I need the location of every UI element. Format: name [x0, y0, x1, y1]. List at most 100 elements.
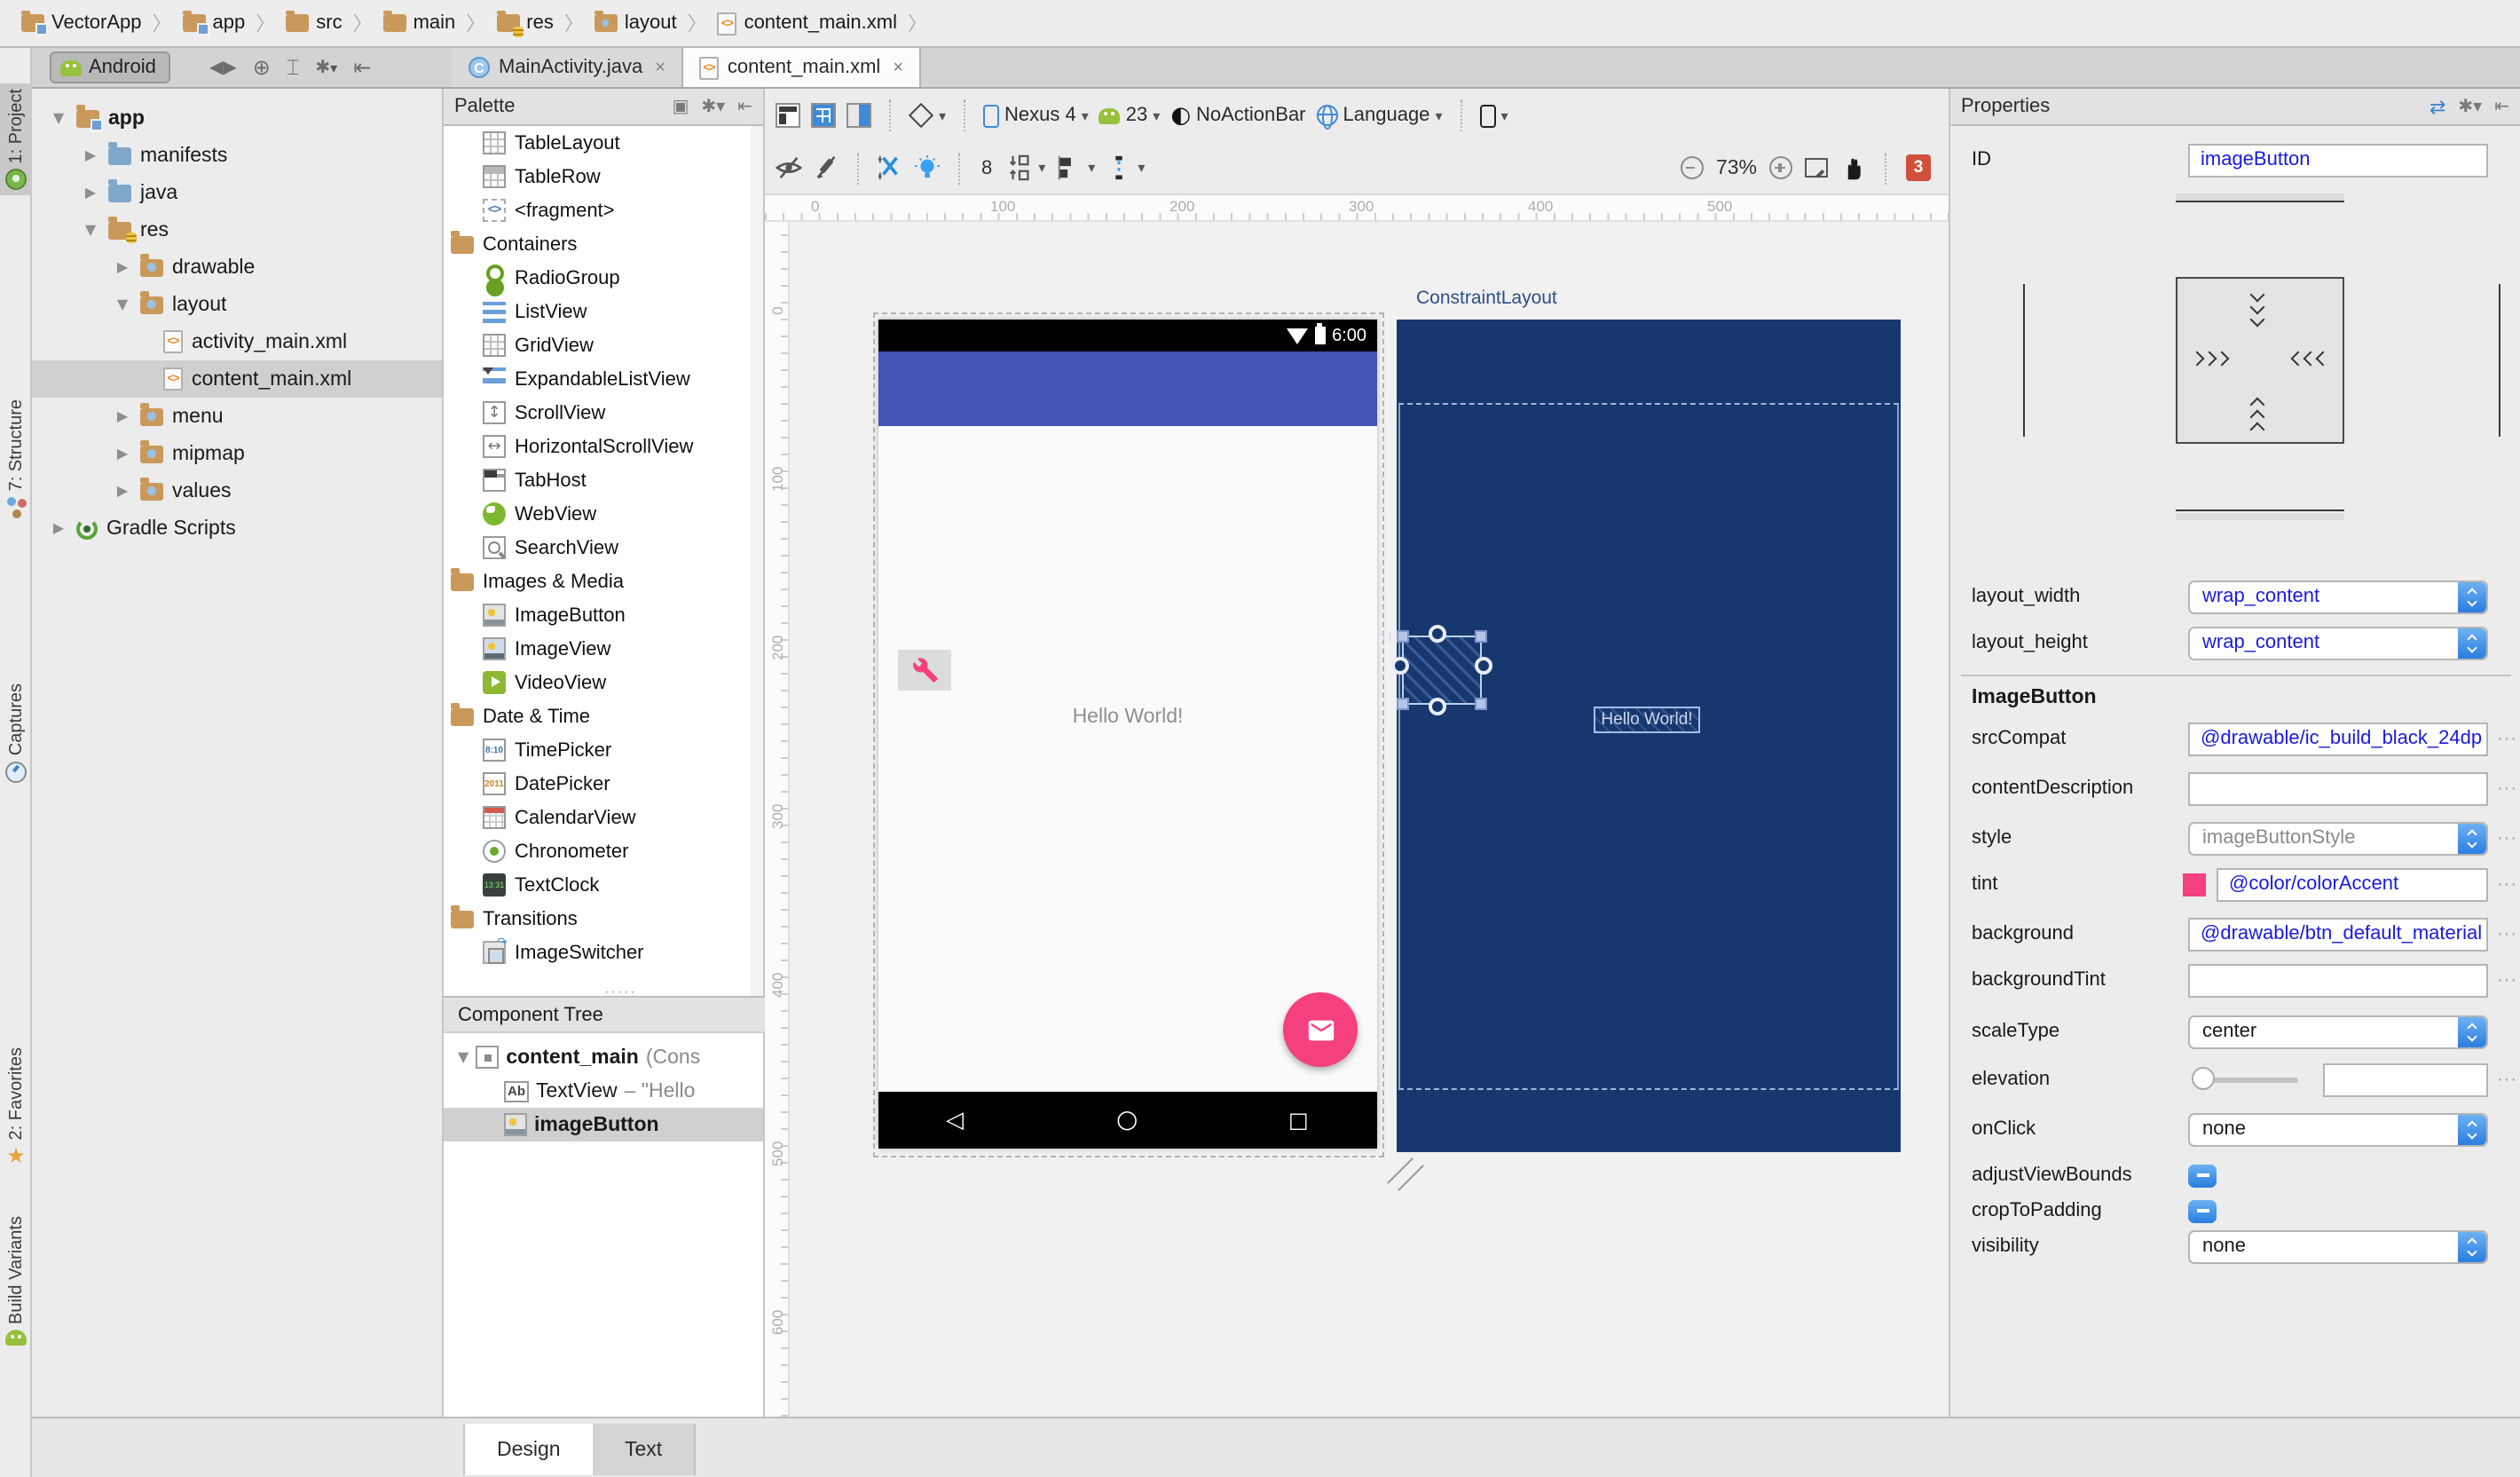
- tree-item-app[interactable]: ▼ app: [32, 99, 442, 137]
- tool-window-favorites[interactable]: 2: Favorites ★: [0, 1042, 32, 1173]
- component-row-imagebutton[interactable]: imageButton: [444, 1108, 763, 1141]
- blueprint-preview[interactable]: Hello World!: [1391, 320, 1901, 1152]
- breadcrumb-item-project[interactable]: VectorApp: [18, 10, 146, 36]
- palette-item-imagebutton[interactable]: ImageButton: [444, 598, 763, 632]
- expand-arrow-icon[interactable]: ▼: [50, 110, 67, 126]
- browse-button[interactable]: ···: [2497, 778, 2517, 798]
- palette-category-date-time[interactable]: Date & Time: [444, 699, 763, 733]
- layout-width-combo[interactable]: wrap_content: [2188, 580, 2488, 613]
- close-icon[interactable]: ×: [893, 58, 903, 77]
- id-input[interactable]: imageButton: [2188, 143, 2488, 177]
- expand-arrow-icon[interactable]: ▶: [114, 446, 131, 462]
- palette-item-calendarview[interactable]: CalendarView: [444, 801, 763, 834]
- tint-color-swatch[interactable]: [2183, 873, 2206, 896]
- tab-mainactivity[interactable]: C MainActivity.java ×: [453, 48, 683, 87]
- tree-item-menu[interactable]: ▶ menu: [32, 398, 442, 435]
- breadcrumb-item-file[interactable]: content_main.xml: [714, 12, 901, 35]
- canvas-resize-handle[interactable]: [1386, 1154, 1418, 1186]
- palette-item-listview[interactable]: ListView: [444, 295, 763, 328]
- textview-blueprint[interactable]: Hello World!: [1594, 707, 1700, 733]
- tree-item-java[interactable]: ▶ java: [32, 174, 442, 211]
- expand-arrow-icon[interactable]: ▼: [458, 1049, 469, 1065]
- constraint-anchor[interactable]: [1429, 625, 1446, 643]
- selected-imagebutton-blueprint[interactable]: [1391, 625, 1492, 715]
- pan-hand-icon[interactable]: [1840, 155, 1865, 180]
- virtual-device-selector[interactable]: ▾: [1479, 104, 1508, 127]
- stepper-icon[interactable]: [2458, 628, 2486, 658]
- palette-item-chronometer[interactable]: Chronometer: [444, 834, 763, 868]
- tool-window-project[interactable]: 1: Project: [0, 83, 32, 196]
- browse-button[interactable]: ···: [2497, 924, 2517, 944]
- style-combo[interactable]: imageButtonStyle: [2188, 821, 2488, 855]
- palette-category-transitions[interactable]: Transitions: [444, 902, 763, 936]
- elevation-slider-knob[interactable]: [2192, 1067, 2215, 1090]
- palette-item-textclock[interactable]: TextClock: [444, 868, 763, 902]
- background-input[interactable]: @drawable/btn_default_material: [2188, 917, 2488, 951]
- tree-item-manifests[interactable]: ▶ manifests: [32, 137, 442, 174]
- both-mode-icon[interactable]: [847, 103, 871, 128]
- srccompat-input[interactable]: @drawable/ic_build_black_24dp: [2188, 722, 2488, 755]
- resize-handle[interactable]: [1475, 698, 1487, 710]
- stepper-icon[interactable]: [2458, 581, 2486, 612]
- elevation-input[interactable]: [2323, 1062, 2488, 1096]
- palette-item-datepicker[interactable]: DatePicker: [444, 767, 763, 801]
- pack-selector[interactable]: ▾: [1006, 154, 1045, 181]
- device-selector[interactable]: Nexus 4 ▾: [983, 104, 1089, 127]
- palette-item-searchview[interactable]: SearchView: [444, 531, 763, 565]
- breadcrumb-item-res[interactable]: res: [492, 10, 557, 36]
- constraint-anchor[interactable]: [1429, 698, 1446, 715]
- gear-icon[interactable]: ✱▾: [701, 97, 725, 116]
- guidelines-selector[interactable]: ▾: [1106, 154, 1145, 181]
- design-preview[interactable]: 6:00 Hello World! ◁ ○ □: [878, 320, 1377, 1149]
- croptopadding-toggle[interactable]: [2188, 1199, 2217, 1222]
- expand-arrow-icon[interactable]: ▶: [50, 520, 67, 536]
- language-selector[interactable]: Language ▾: [1316, 104, 1442, 129]
- breadcrumb-item-app[interactable]: app: [179, 10, 249, 36]
- breadcrumb-item-main[interactable]: main: [380, 10, 460, 34]
- palette-item-expandablelistview[interactable]: ExpandableListView: [444, 362, 763, 396]
- breadcrumb-item-src[interactable]: src: [282, 10, 345, 34]
- expand-arrow-icon[interactable]: ▼: [82, 222, 99, 238]
- zoom-in-button[interactable]: [1769, 156, 1792, 179]
- browse-button[interactable]: ···: [2497, 874, 2517, 894]
- copy-icon[interactable]: ▣: [673, 97, 689, 116]
- expand-arrow-icon[interactable]: ▶: [82, 185, 99, 201]
- constraint-anchor[interactable]: [1475, 657, 1492, 675]
- tree-item-mipmap[interactable]: ▶ mipmap: [32, 435, 442, 472]
- browse-button[interactable]: ···: [2497, 828, 2517, 848]
- stepper-icon[interactable]: [2458, 1114, 2486, 1144]
- constraint-anchor[interactable]: [1391, 657, 1409, 675]
- visibility-combo[interactable]: none: [2188, 1229, 2488, 1263]
- tree-item-gradle-scripts[interactable]: ▶ Gradle Scripts: [32, 509, 442, 547]
- expand-arrow-icon[interactable]: ▶: [82, 147, 99, 163]
- contentdescription-input[interactable]: [2188, 771, 2488, 805]
- project-view-selector[interactable]: Android: [50, 51, 170, 83]
- palette-item-gridview[interactable]: GridView: [444, 328, 763, 362]
- resize-handle[interactable]: [1397, 630, 1409, 643]
- infer-constraints-icon[interactable]: [914, 154, 941, 181]
- image-button-widget[interactable]: [898, 650, 951, 691]
- expand-arrow-icon[interactable]: ▶: [114, 259, 131, 275]
- component-row-content-main[interactable]: ▼ content_main (Cons: [444, 1040, 763, 1074]
- tab-content-main[interactable]: content_main.xml ×: [682, 48, 922, 87]
- textview-widget[interactable]: Hello World!: [878, 707, 1377, 728]
- autoconnect-off-icon[interactable]: [776, 154, 802, 181]
- browse-button[interactable]: ···: [2497, 1070, 2517, 1089]
- palette-item-horizontalscrollview[interactable]: HorizontalScrollView: [444, 430, 763, 463]
- palette-item-webview[interactable]: WebView: [444, 497, 763, 531]
- stepper-icon[interactable]: [2458, 1016, 2486, 1047]
- resize-handle[interactable]: [1475, 630, 1487, 643]
- tree-item-content-main[interactable]: content_main.xml: [32, 360, 442, 398]
- palette-item-tabhost[interactable]: TabHost: [444, 463, 763, 497]
- tool-window-structure[interactable]: 7: Structure: [0, 394, 32, 523]
- palette-item-imageswitcher[interactable]: ImageSwitcher: [444, 936, 763, 969]
- fab-button[interactable]: [1283, 992, 1358, 1067]
- scroll-to-source-icon[interactable]: ⊕: [253, 55, 271, 80]
- navigate-arrows-icon[interactable]: ◀▶: [209, 58, 237, 77]
- tint-input[interactable]: @color/colorAccent: [2217, 867, 2488, 901]
- backgroundtint-input[interactable]: [2188, 963, 2488, 997]
- design-mode-icon[interactable]: [776, 103, 800, 128]
- expand-arrow-icon[interactable]: ▶: [114, 483, 131, 499]
- resize-handle[interactable]: [1397, 698, 1409, 710]
- tool-window-captures[interactable]: Captures: [0, 678, 32, 787]
